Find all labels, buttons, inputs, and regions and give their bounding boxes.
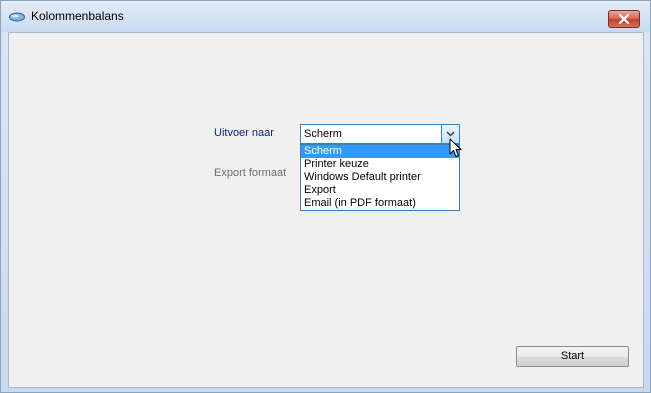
dropdown-option-windows-default-printer[interactable]: Windows Default printer — [301, 171, 459, 184]
chevron-down-icon — [446, 131, 455, 137]
output-combobox[interactable]: Scherm — [300, 124, 460, 144]
dropdown-option-scherm[interactable]: Scherm — [301, 145, 459, 158]
output-combobox-value: Scherm — [304, 128, 342, 140]
start-button[interactable]: Start — [516, 346, 629, 367]
title-bar[interactable]: Kolommenbalans — [1, 1, 650, 32]
export-format-label: Export formaat — [214, 167, 287, 179]
dropdown-option-email-pdf[interactable]: Email (in PDF formaat) — [301, 197, 459, 210]
dialog-client-area: Uitvoer naar Export formaat Scherm Scher… — [8, 32, 644, 388]
window-title: Kolommenbalans — [31, 9, 124, 23]
close-button[interactable] — [608, 10, 640, 28]
app-icon — [9, 12, 25, 22]
close-icon — [618, 14, 630, 24]
dropdown-option-printer-keuze[interactable]: Printer keuze — [301, 158, 459, 171]
output-label: Uitvoer naar — [214, 127, 274, 139]
output-dropdown-list: Scherm Printer keuze Windows Default pri… — [300, 144, 460, 211]
mouse-pointer-icon — [449, 138, 463, 161]
dropdown-option-export[interactable]: Export — [301, 184, 459, 197]
app-window: Kolommenbalans Uitvoer naar Export forma… — [0, 0, 651, 393]
